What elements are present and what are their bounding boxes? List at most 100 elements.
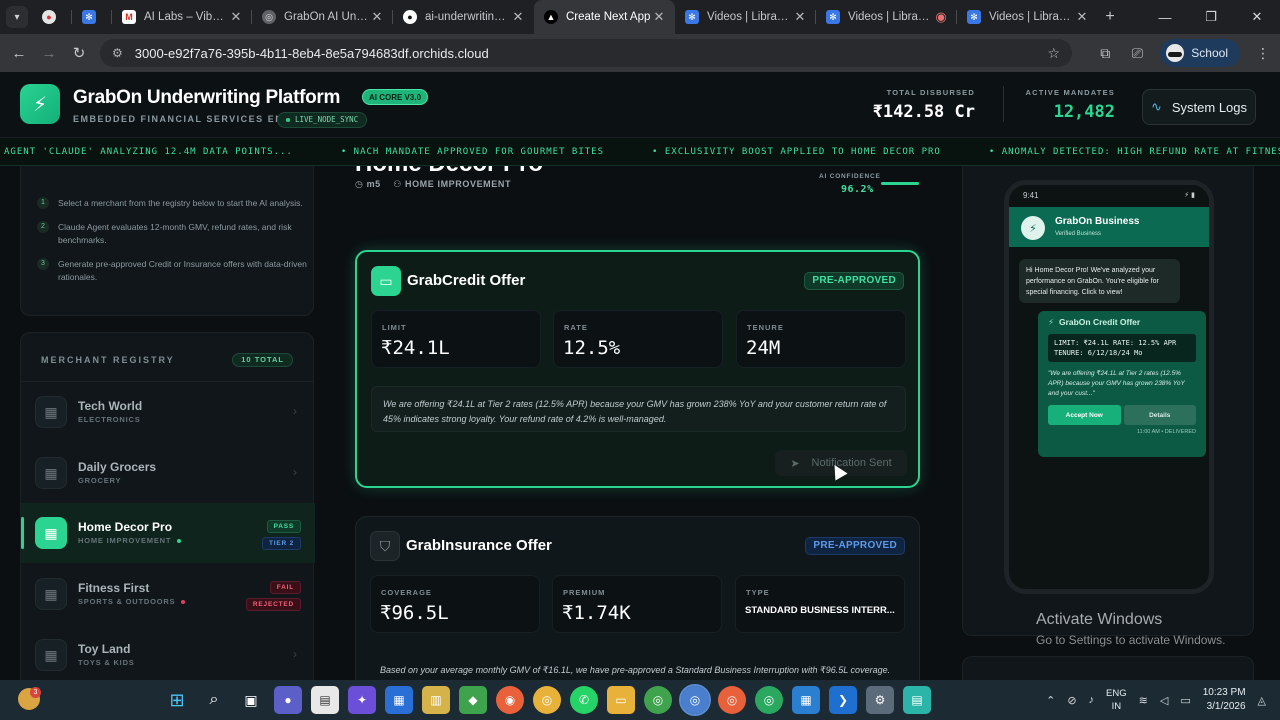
chat-header: ⚡ GrabOn Business Verified Business: [1009, 207, 1209, 247]
chrome-icon[interactable]: ◎: [533, 686, 561, 714]
volume-icon[interactable]: ◁: [1160, 694, 1168, 707]
instructions-panel: 1 Select a merchant from the registry bel…: [20, 166, 314, 316]
bookmark-star-icon[interactable]: ☆: [1047, 45, 1060, 62]
activate-windows-title: Activate Windows: [1036, 611, 1163, 628]
wifi-icon[interactable]: ≋: [1139, 694, 1148, 707]
sticky-notes-icon[interactable]: ▥: [422, 686, 450, 714]
merchant-item-home-decor-pro[interactable]: ▦ Home Decor Pro HOME IMPROVEMENT PASS T…: [21, 503, 315, 563]
forward-icon[interactable]: →: [34, 45, 64, 62]
address-bar[interactable]: ⚙ 3000-e92f7a76-395b-4b11-8eb4-8e5a79468…: [100, 39, 1072, 67]
tenure-cell: TENURE 24M: [736, 310, 906, 368]
accept-now-button[interactable]: Accept Now: [1048, 405, 1121, 425]
notification-bell-icon[interactable]: ◬: [1258, 694, 1266, 707]
ticker-item: • EXCLUSIVITY BOOST APPLIED TO HOME DECO…: [652, 146, 941, 157]
screen-capture-icon[interactable]: ⎚: [1128, 45, 1146, 62]
settings-icon: ✻: [685, 10, 699, 24]
tab-gmail[interactable]: MAI Labs – Vibe Co…✕: [112, 0, 252, 34]
microphone-icon[interactable]: ♪: [1089, 694, 1095, 706]
brave-icon[interactable]: ◉: [496, 686, 524, 714]
task-view-icon[interactable]: ▣: [237, 686, 265, 714]
dev-icon[interactable]: ◆: [459, 686, 487, 714]
chrome-icon-4[interactable]: ◎: [755, 686, 783, 714]
folder-icon[interactable]: ▭: [607, 686, 635, 714]
battery-icon[interactable]: ▭: [1180, 694, 1190, 707]
close-icon[interactable]: ✕: [228, 9, 244, 25]
back-icon[interactable]: ←: [4, 45, 34, 62]
activate-windows-subtitle: Go to Settings to activate Windows.: [1036, 633, 1226, 647]
rejected-badge: REJECTED: [245, 598, 301, 611]
status-dot-icon: [181, 600, 186, 605]
tab-github[interactable]: ●ai-underwriting-a…✕: [393, 0, 534, 34]
close-icon[interactable]: ✕: [369, 9, 385, 25]
credit-rationale: We are offering ₹24.1L at Tier 2 rates (…: [371, 386, 906, 432]
url-text: 3000-e92f7a76-395b-4b11-8eb4-8e5a794683d…: [134, 45, 489, 61]
tab-grabon[interactable]: ◎GrabOn AI Underw…✕: [252, 0, 393, 34]
ticker-item: • ANOMALY DETECTED: HIGH REFUND RATE AT …: [988, 146, 1280, 157]
pass-badge: PASS: [266, 520, 301, 533]
merchant-item-daily-grocers[interactable]: ▦ Daily Grocers GROCERY ›: [21, 443, 315, 503]
merchant-item-tech-world[interactable]: ▦ Tech World ELECTRONICS ›: [21, 382, 315, 442]
building-icon: ▦: [35, 639, 67, 671]
merchant-title: Home Decor Pro: [355, 166, 543, 178]
chevron-up-icon[interactable]: ⌃: [1046, 694, 1055, 707]
details-button[interactable]: Details: [1123, 405, 1196, 425]
lightning-icon: ⚡: [1048, 317, 1054, 327]
chevron-right-icon: ›: [293, 404, 297, 418]
tab-recording[interactable]: ●: [32, 0, 72, 34]
chrome-icon-3[interactable]: ◎: [718, 686, 746, 714]
store-icon[interactable]: ▦: [385, 686, 413, 714]
system-logs-button[interactable]: ∿ System Logs: [1142, 89, 1256, 125]
tab-settings[interactable]: ✻: [72, 0, 112, 34]
chevron-right-icon: ›: [293, 465, 297, 479]
whatsapp-icon[interactable]: ✆: [570, 686, 598, 714]
version-badge: AI CORE V3.0: [362, 89, 429, 105]
settings-app-icon[interactable]: ⚙: [866, 686, 894, 714]
extensions-icon[interactable]: ⧉: [1096, 45, 1114, 62]
step-item: 3 Generate pre-approved Credit or Insuran…: [37, 258, 307, 284]
camera-off-icon[interactable]: ⊘: [1067, 694, 1076, 707]
merchant-item-fitness-first[interactable]: ▦ Fitness First SPORTS & OUTDOORS FAIL R…: [21, 564, 315, 624]
chrome-icon-2[interactable]: ◎: [644, 686, 672, 714]
teams-icon[interactable]: ●: [274, 686, 302, 714]
site-info-icon[interactable]: ⚙: [112, 46, 123, 60]
tab-videos-3[interactable]: ✻Videos | Library | L…✕: [957, 0, 1098, 34]
search-icon[interactable]: ⌕: [200, 686, 228, 714]
merchant-meta: ◷ m5 ⚇ HOME IMPROVEMENT: [355, 179, 512, 189]
tab-videos-1[interactable]: ✻Videos | Library | L…✕: [675, 0, 816, 34]
language-indicator[interactable]: ENG IN: [1106, 687, 1127, 713]
profile-button[interactable]: School: [1160, 39, 1240, 67]
close-window-icon[interactable]: ✕: [1234, 0, 1280, 34]
app-icon[interactable]: ▦: [792, 686, 820, 714]
notes-icon[interactable]: ▤: [903, 686, 931, 714]
merchant-registry-panel: MERCHANT REGISTRY 10 TOTAL ▦ Tech World …: [20, 332, 315, 680]
tab-search-button[interactable]: ▾: [6, 6, 28, 28]
app-title: GrabOn Underwriting Platform: [73, 87, 341, 108]
nextjs-icon: ▲: [544, 10, 558, 24]
browser-menu-icon[interactable]: ⋮: [1254, 45, 1272, 62]
tab-videos-2[interactable]: ✻ Videos | Libra… ◉: [816, 0, 957, 34]
notification-badge: 3: [30, 687, 41, 698]
chrome-active-icon[interactable]: ◎: [679, 684, 711, 716]
merchant-item-toy-land[interactable]: ▦ Toy Land TOYS & KIDS ›: [21, 625, 315, 680]
recording-dot-icon[interactable]: ◉: [933, 9, 949, 25]
vscode-icon[interactable]: ❯: [829, 686, 857, 714]
copilot-icon[interactable]: ✦: [348, 686, 376, 714]
fail-badge: FAIL: [269, 581, 301, 594]
new-tab-button[interactable]: +: [1098, 8, 1122, 26]
settings-icon: ✻: [826, 10, 840, 24]
avatar: [1166, 44, 1185, 62]
coverage-cell: COVERAGE ₹96.5L: [370, 575, 540, 633]
restore-icon[interactable]: ❐: [1188, 0, 1234, 34]
tier-badge: TIER 2: [261, 537, 301, 550]
reload-icon[interactable]: ↻: [64, 44, 94, 62]
close-icon[interactable]: ✕: [651, 9, 667, 25]
windows-start-icon[interactable]: ⊞: [163, 686, 191, 714]
minimize-icon[interactable]: —: [1142, 0, 1188, 34]
tab-create-next-app[interactable]: ▲ Create Next App ✕: [534, 0, 675, 34]
clock[interactable]: 10:23 PM 3/1/2026: [1203, 686, 1246, 714]
active-mandates-stat: ACTIVE MANDATES 12,482: [1025, 88, 1115, 122]
close-icon[interactable]: ✕: [792, 9, 808, 25]
close-icon[interactable]: ✕: [1074, 9, 1090, 25]
notepad-icon[interactable]: ▤: [311, 686, 339, 714]
close-icon[interactable]: ✕: [510, 9, 526, 25]
